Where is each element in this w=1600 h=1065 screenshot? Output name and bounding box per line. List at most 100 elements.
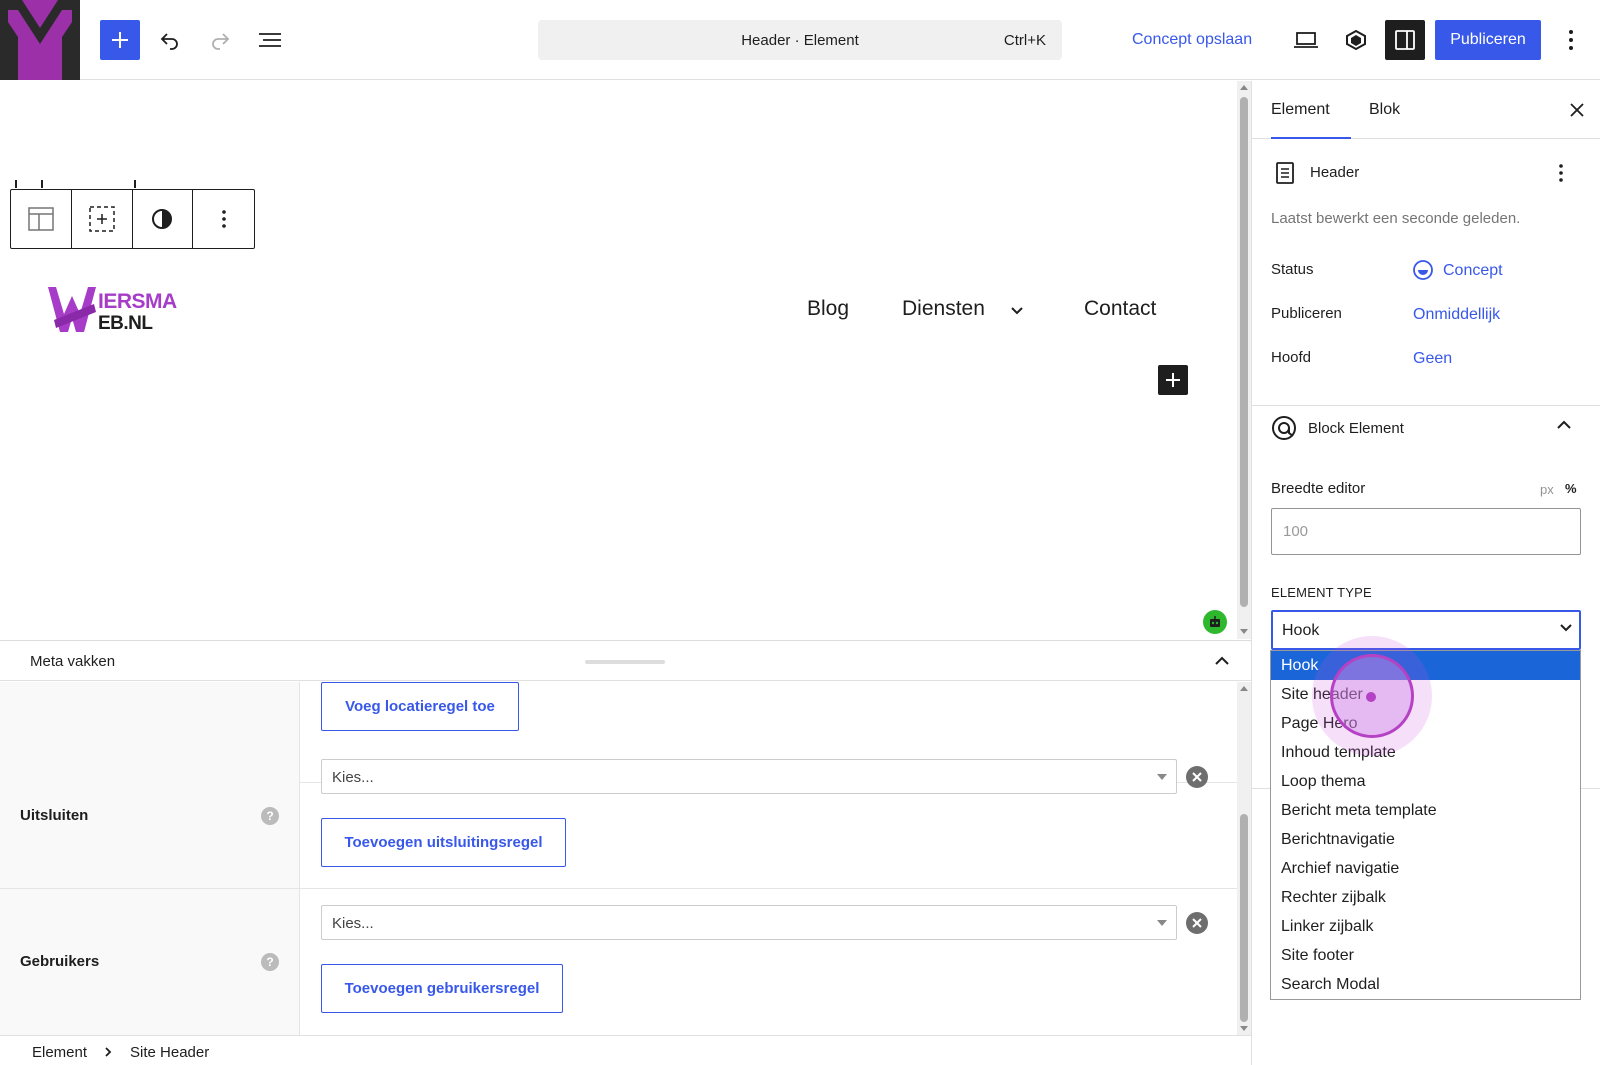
dropdown-caret-icon (1157, 774, 1167, 780)
generateblocks-button[interactable] (1336, 20, 1376, 60)
save-draft-button[interactable]: Concept opslaan (1132, 20, 1252, 60)
hook-icon (1272, 416, 1296, 440)
status-value-link[interactable]: Concept (1443, 262, 1503, 280)
ai-assistant-icon[interactable] (1203, 610, 1227, 634)
close-icon (1192, 918, 1202, 928)
add-block-button[interactable] (100, 20, 140, 60)
meta-label-column: Gebruikers ? (0, 889, 300, 1035)
logo-text-top: IERSMA (98, 290, 177, 313)
users-row: Gebruikers ? Kies... Toevoegen gebruiker… (0, 889, 1237, 1035)
element-type-select[interactable]: Hook (1271, 610, 1581, 650)
option-bericht-meta-template[interactable]: Bericht meta template (1271, 796, 1580, 825)
chevron-right-icon (105, 1047, 112, 1057)
contrast-icon (152, 209, 173, 229)
scroll-down-icon[interactable] (1240, 629, 1248, 635)
option-archief-navigatie[interactable]: Archief navigatie (1271, 854, 1580, 883)
close-icon (1192, 772, 1202, 782)
preview-button[interactable] (1286, 20, 1326, 60)
dropdown-caret-icon (1157, 920, 1167, 926)
more-vertical-icon[interactable] (1558, 163, 1564, 183)
publish-label: Publiceren (1271, 305, 1342, 322)
document-bar[interactable]: Header · Element Ctrl+K (538, 20, 1062, 60)
redo-icon (212, 33, 230, 50)
editor-width-input[interactable]: 100 (1271, 508, 1581, 555)
meta-boxes-area: Meta vakken Voeg locatieregel toe Uitslu… (0, 640, 1251, 1036)
nav-item-contact[interactable]: Contact (1084, 297, 1156, 321)
canvas-scrollbar-thumb[interactable] (1240, 97, 1248, 607)
styles-button[interactable] (133, 190, 194, 248)
option-rechter-zijbalk[interactable]: Rechter zijbalk (1271, 883, 1580, 912)
editor-width-label: Breedte editor (1271, 480, 1366, 497)
meta-scrollbar[interactable] (1237, 682, 1251, 1036)
tab-blok[interactable]: Blok (1369, 81, 1400, 139)
scroll-up-icon[interactable] (1240, 685, 1248, 691)
options-menu-button[interactable] (1556, 20, 1586, 60)
logo-text-bottom: EB.NL (98, 313, 153, 334)
breadcrumb-item-element[interactable]: Element (32, 1044, 87, 1061)
settings-sidebar-toggle[interactable] (1385, 20, 1425, 60)
meta-boxes-header[interactable]: Meta vakken (0, 641, 1251, 681)
block-outline-marker (134, 180, 136, 188)
add-location-rule-button[interactable]: Voeg locatieregel toe (321, 682, 519, 731)
editor-canvas[interactable]: IERSMA EB.NL Blog Diensten Contact (0, 81, 1237, 639)
help-icon[interactable]: ? (261, 953, 279, 971)
block-element-panel-header[interactable]: Block Element (1252, 411, 1600, 457)
exclude-label: Uitsluiten (20, 807, 89, 824)
meta-boxes-resize-handle[interactable] (585, 660, 665, 664)
list-view-button[interactable] (250, 20, 290, 60)
publish-date-link[interactable]: Onmiddellijk (1413, 306, 1500, 324)
users-select[interactable]: Kies... (321, 905, 1177, 940)
select-parent-icon (88, 206, 115, 232)
redo-button[interactable] (200, 20, 240, 60)
element-type-label: ELEMENT TYPE (1271, 585, 1372, 600)
block-toolbar (10, 189, 255, 249)
unit-percent-button[interactable]: % (1565, 481, 1577, 496)
element-type-value: Hook (1282, 622, 1320, 639)
nav-item-diensten[interactable]: Diensten (902, 297, 985, 321)
wiersma-web-logo[interactable]: IERSMA EB.NL (46, 284, 177, 334)
option-site-footer[interactable]: Site footer (1271, 941, 1580, 970)
robot-icon (1210, 616, 1220, 627)
add-exclusion-rule-button[interactable]: Toevoegen uitsluitingsregel (321, 818, 566, 867)
exclude-select[interactable]: Kies... (321, 759, 1177, 794)
remove-rule-icon[interactable] (1186, 912, 1208, 934)
editor-header: Header · Element Ctrl+K Concept opslaan … (0, 0, 1600, 80)
chevron-up-icon[interactable] (1210, 649, 1234, 673)
select-placeholder: Kies... (332, 915, 374, 932)
undo-button[interactable] (150, 20, 190, 60)
parent-value-link[interactable]: Geen (1413, 350, 1452, 368)
publish-button[interactable]: Publiceren (1435, 20, 1541, 60)
meta-scrollbar-thumb[interactable] (1240, 814, 1248, 1022)
list-view-icon (259, 33, 281, 47)
unit-px-button[interactable]: px (1540, 482, 1554, 497)
option-inhoud-template[interactable]: Inhoud template (1271, 738, 1580, 767)
option-search-modal[interactable]: Search Modal (1271, 970, 1580, 999)
cursor-dot (1366, 692, 1376, 702)
plus-icon (1166, 373, 1180, 387)
document-card: Header Laatst bewerkt een seconde gelede… (1252, 140, 1600, 406)
block-type-button[interactable] (11, 190, 72, 248)
parent-label: Hoofd (1271, 349, 1312, 366)
canvas-scrollbar[interactable] (1237, 81, 1251, 639)
scroll-up-icon[interactable] (1240, 84, 1248, 90)
option-loop-thema[interactable]: Loop thema (1271, 767, 1580, 796)
add-user-rule-button[interactable]: Toevoegen gebruikersregel (321, 964, 563, 1013)
remove-rule-icon[interactable] (1186, 766, 1208, 788)
block-options-button[interactable] (193, 190, 254, 248)
site-logo-icon[interactable] (0, 0, 80, 80)
block-inserter-button[interactable] (1158, 365, 1188, 395)
option-berichtnavigatie[interactable]: Berichtnavigatie (1271, 825, 1580, 854)
tab-element[interactable]: Element (1271, 81, 1351, 139)
help-icon[interactable]: ? (261, 807, 279, 825)
status-label: Status (1271, 261, 1314, 278)
block-breadcrumb: Element Site Header (0, 1035, 1251, 1065)
block-outline-marker (15, 180, 17, 188)
scroll-down-icon[interactable] (1240, 1026, 1248, 1032)
chevron-down-icon[interactable] (1010, 306, 1024, 316)
nav-item-blog[interactable]: Blog (807, 297, 849, 321)
plus-icon (112, 32, 128, 48)
close-icon[interactable] (1567, 100, 1587, 120)
container-layout-icon (28, 207, 54, 231)
option-linker-zijbalk[interactable]: Linker zijbalk (1271, 912, 1580, 941)
select-parent-button[interactable] (72, 190, 133, 248)
